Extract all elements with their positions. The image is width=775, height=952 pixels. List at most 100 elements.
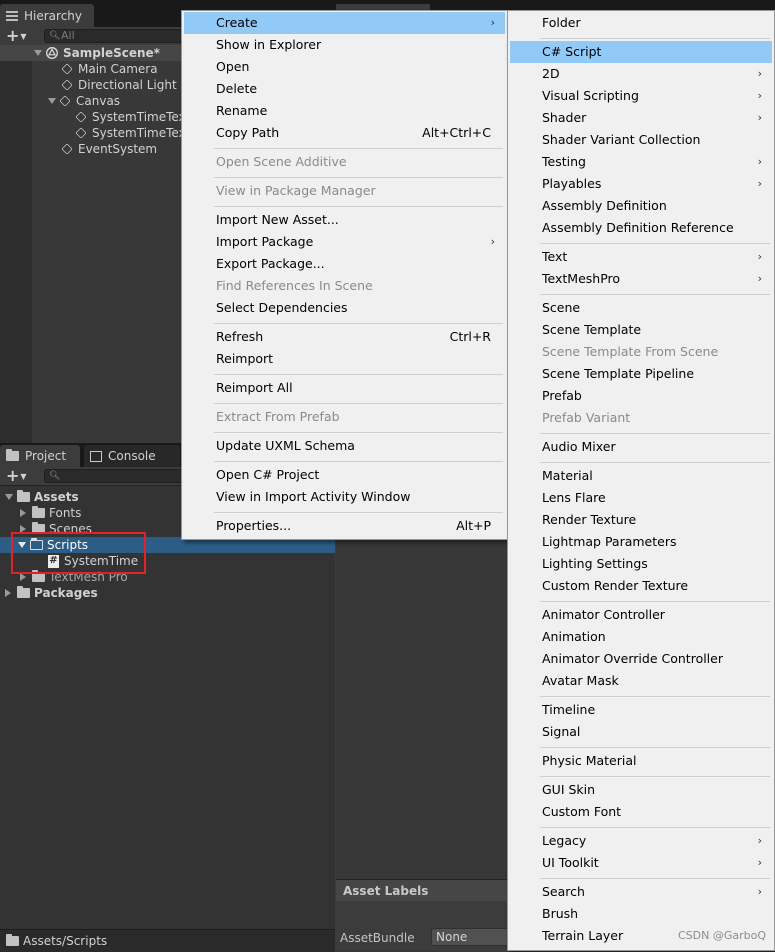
gameobject-icon — [75, 127, 87, 139]
menu-item-physic-material[interactable]: Physic Material — [510, 750, 772, 772]
menu-item-testing[interactable]: Testing › — [510, 151, 772, 173]
menu-item-2d[interactable]: 2D › — [510, 63, 772, 85]
menu-item-assembly-definition-reference[interactable]: Assembly Definition Reference — [510, 217, 772, 239]
menu-item-shader[interactable]: Shader › — [510, 107, 772, 129]
menu-item-csharp-script[interactable]: C# Script — [510, 41, 772, 63]
add-dropdown-button[interactable]: +▼ — [6, 467, 27, 485]
hierarchy-item-canvas[interactable]: Canvas — [48, 93, 120, 109]
tree-item-fonts[interactable]: Fonts — [20, 505, 81, 521]
menu-item-refresh[interactable]: Refresh Ctrl+R — [184, 326, 505, 348]
folder-icon — [17, 586, 30, 598]
menu-item-select-dependencies[interactable]: Select Dependencies — [184, 297, 505, 319]
expand-arrow-icon[interactable] — [48, 98, 56, 104]
menu-item-custom-render-texture[interactable]: Custom Render Texture — [510, 575, 772, 597]
expand-arrow-icon[interactable] — [34, 50, 42, 56]
menu-item-animator-override-controller[interactable]: Animator Override Controller — [510, 648, 772, 670]
chevron-right-icon: › — [757, 885, 762, 898]
menu-item-audio-mixer[interactable]: Audio Mixer — [510, 436, 772, 458]
hierarchy-search-input[interactable]: 🔍︎ All — [44, 29, 204, 43]
hierarchy-item-systemtimetext-2[interactable]: SystemTimeTex — [75, 125, 186, 141]
menu-item-open-csharp-project[interactable]: Open C# Project — [184, 464, 505, 486]
menu-item-lens-flare[interactable]: Lens Flare — [510, 487, 772, 509]
list-icon — [6, 10, 18, 21]
menu-item-animation[interactable]: Animation — [510, 626, 772, 648]
tab-hierarchy[interactable]: Hierarchy — [0, 4, 94, 27]
menu-item-textmeshpro[interactable]: TextMeshPro › — [510, 268, 772, 290]
menu-item-create[interactable]: Create › — [184, 12, 505, 34]
project-status-bar: Assets/Scripts — [0, 929, 335, 952]
menu-item-animator-controller[interactable]: Animator Controller — [510, 604, 772, 626]
tab-console[interactable]: Console — [84, 445, 180, 467]
hierarchy-item-eventsystem[interactable]: EventSystem — [61, 141, 157, 157]
assetbundle-dropdown[interactable]: None — [431, 928, 511, 946]
menu-separator — [540, 462, 770, 463]
menu-item-legacy[interactable]: Legacy › — [510, 830, 772, 852]
asset-labels-header[interactable]: Asset Labels — [336, 879, 508, 902]
menu-item-brush[interactable]: Brush — [510, 903, 772, 925]
unity-scene-icon — [46, 47, 58, 59]
chevron-right-icon: › — [757, 67, 762, 80]
menu-item-text[interactable]: Text › — [510, 246, 772, 268]
menu-item-avatar-mask[interactable]: Avatar Mask — [510, 670, 772, 692]
tree-item-assets[interactable]: Assets — [5, 489, 79, 505]
menu-separator — [214, 148, 503, 149]
menu-item-playables[interactable]: Playables › — [510, 173, 772, 195]
menu-item-reimport[interactable]: Reimport — [184, 348, 505, 370]
menu-item-render-texture[interactable]: Render Texture — [510, 509, 772, 531]
folder-icon — [17, 490, 30, 502]
shortcut-label: Ctrl+R — [449, 329, 491, 344]
menu-item-search[interactable]: Search › — [510, 881, 772, 903]
menu-item-scene-template-pipeline[interactable]: Scene Template Pipeline — [510, 363, 772, 385]
menu-item-ui-toolkit[interactable]: UI Toolkit › — [510, 852, 772, 874]
scene-name: SampleScene* — [63, 46, 160, 60]
collapse-arrow-icon[interactable] — [5, 589, 11, 597]
chevron-right-icon: › — [490, 16, 495, 29]
hierarchy-item-main-camera[interactable]: Main Camera — [61, 61, 158, 77]
chevron-right-icon: › — [757, 89, 762, 102]
tree-item-packages[interactable]: Packages — [5, 585, 98, 601]
menu-item-delete[interactable]: Delete — [184, 78, 505, 100]
menu-item-rename[interactable]: Rename — [184, 100, 505, 122]
menu-item-gui-skin[interactable]: GUI Skin — [510, 779, 772, 801]
menu-item-import-package[interactable]: Import Package › — [184, 231, 505, 253]
menu-item-import-new-asset[interactable]: Import New Asset... — [184, 209, 505, 231]
chevron-right-icon: › — [490, 235, 495, 248]
menu-item-reimport-all[interactable]: Reimport All — [184, 377, 505, 399]
menu-separator — [540, 878, 770, 879]
collapse-arrow-icon[interactable] — [20, 573, 26, 581]
tab-project-label: Project — [25, 449, 67, 463]
collapse-arrow-icon[interactable] — [20, 509, 26, 517]
menu-item-visual-scripting[interactable]: Visual Scripting › — [510, 85, 772, 107]
scene-item[interactable]: SampleScene* — [34, 45, 160, 61]
menu-item-open[interactable]: Open — [184, 56, 505, 78]
menu-item-shader-variant-collection[interactable]: Shader Variant Collection — [510, 129, 772, 151]
menu-separator — [540, 294, 770, 295]
menu-item-scene[interactable]: Scene — [510, 297, 772, 319]
menu-item-show-in-explorer[interactable]: Show in Explorer — [184, 34, 505, 56]
menu-item-view-import-activity[interactable]: View in Import Activity Window — [184, 486, 505, 508]
menu-item-material[interactable]: Material — [510, 465, 772, 487]
menu-item-prefab[interactable]: Prefab — [510, 385, 772, 407]
project-search-input[interactable]: 🔍︎ — [44, 469, 204, 483]
red-highlight-box — [11, 532, 146, 574]
menu-item-lighting-settings[interactable]: Lighting Settings — [510, 553, 772, 575]
tab-project[interactable]: Project — [0, 445, 80, 467]
menu-separator — [540, 243, 770, 244]
menu-item-scene-template[interactable]: Scene Template — [510, 319, 772, 341]
menu-item-custom-font[interactable]: Custom Font — [510, 801, 772, 823]
hierarchy-item-systemtimetext-1[interactable]: SystemTimeTex — [75, 109, 186, 125]
menu-item-update-uxml-schema[interactable]: Update UXML Schema — [184, 435, 505, 457]
menu-item-export-package[interactable]: Export Package... — [184, 253, 505, 275]
hierarchy-item-directional-light[interactable]: Directional Light — [61, 77, 177, 93]
menu-item-copy-path[interactable]: Copy Path Alt+Ctrl+C — [184, 122, 505, 144]
expand-arrow-icon[interactable] — [5, 494, 13, 500]
menu-item-timeline[interactable]: Timeline — [510, 699, 772, 721]
search-icon: 🔍︎ — [49, 31, 61, 41]
menu-item-folder[interactable]: Folder — [510, 12, 772, 34]
menu-item-lightmap-parameters[interactable]: Lightmap Parameters — [510, 531, 772, 553]
add-dropdown-button[interactable]: +▼ — [6, 27, 27, 45]
chevron-right-icon: › — [757, 155, 762, 168]
menu-item-signal[interactable]: Signal — [510, 721, 772, 743]
menu-item-assembly-definition[interactable]: Assembly Definition — [510, 195, 772, 217]
menu-item-properties[interactable]: Properties... Alt+P — [184, 515, 505, 537]
